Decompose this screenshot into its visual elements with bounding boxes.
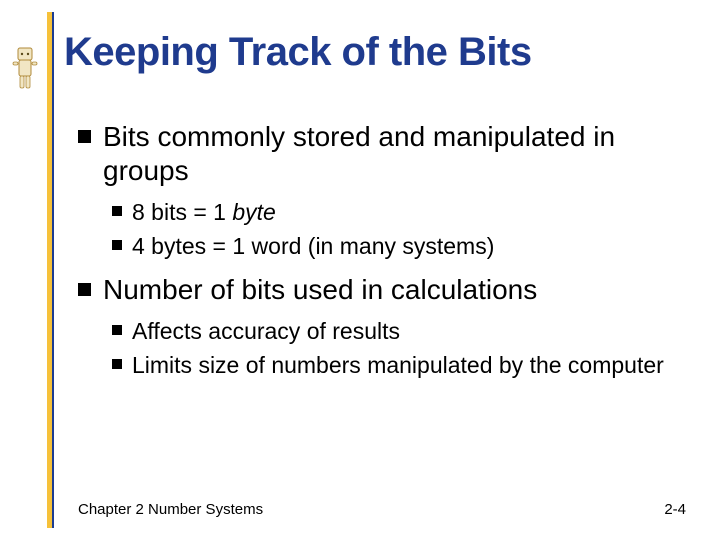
- bullet-1-text: Bits commonly stored and manipulated in …: [103, 120, 680, 188]
- bullet-1: Bits commonly stored and manipulated in …: [78, 120, 680, 261]
- sub-bullet-2-text: Limits size of numbers manipulated by th…: [132, 351, 664, 380]
- sub-bullet-1-text: Affects accuracy of results: [132, 317, 400, 346]
- sub-bullet-1-em: byte: [232, 199, 275, 225]
- side-rail-blue: [52, 12, 54, 528]
- sub-bullet-2-text: 4 bytes = 1 word (in many systems): [132, 232, 494, 261]
- bullet-2-text: Number of bits used in calculations: [103, 273, 537, 307]
- list-item: 4 bytes = 1 word (in many systems): [112, 232, 680, 261]
- sub-bullet-1-pre: 8 bits = 1: [132, 199, 232, 225]
- bullet-square-icon: [112, 206, 122, 216]
- bullet-square-icon: [112, 325, 122, 335]
- footer-page-number: 2-4: [664, 501, 686, 518]
- list-item: Affects accuracy of results: [112, 317, 680, 346]
- bullet-1-sublist: 8 bits = 1 byte 4 bytes = 1 word (in man…: [112, 198, 680, 261]
- list-item: 8 bits = 1 byte: [112, 198, 680, 227]
- bullet-2: Number of bits used in calculations Affe…: [78, 273, 680, 380]
- list-item: Limits size of numbers manipulated by th…: [112, 351, 680, 380]
- bullet-square-icon: [78, 283, 91, 296]
- bullet-2-sublist: Affects accuracy of results Limits size …: [112, 317, 680, 380]
- footer-chapter: Chapter 2 Number Systems: [78, 501, 263, 518]
- slide-title: Keeping Track of the Bits: [64, 30, 532, 75]
- slide-body: Bits commonly stored and manipulated in …: [78, 108, 680, 388]
- slide: Keeping Track of the Bits Bits commonly …: [0, 0, 720, 540]
- bullet-square-icon: [78, 130, 91, 143]
- bullet-square-icon: [112, 240, 122, 250]
- bullet-square-icon: [112, 359, 122, 369]
- mascot-icon: [10, 46, 40, 92]
- sub-bullet-text: 8 bits = 1 byte: [132, 198, 276, 227]
